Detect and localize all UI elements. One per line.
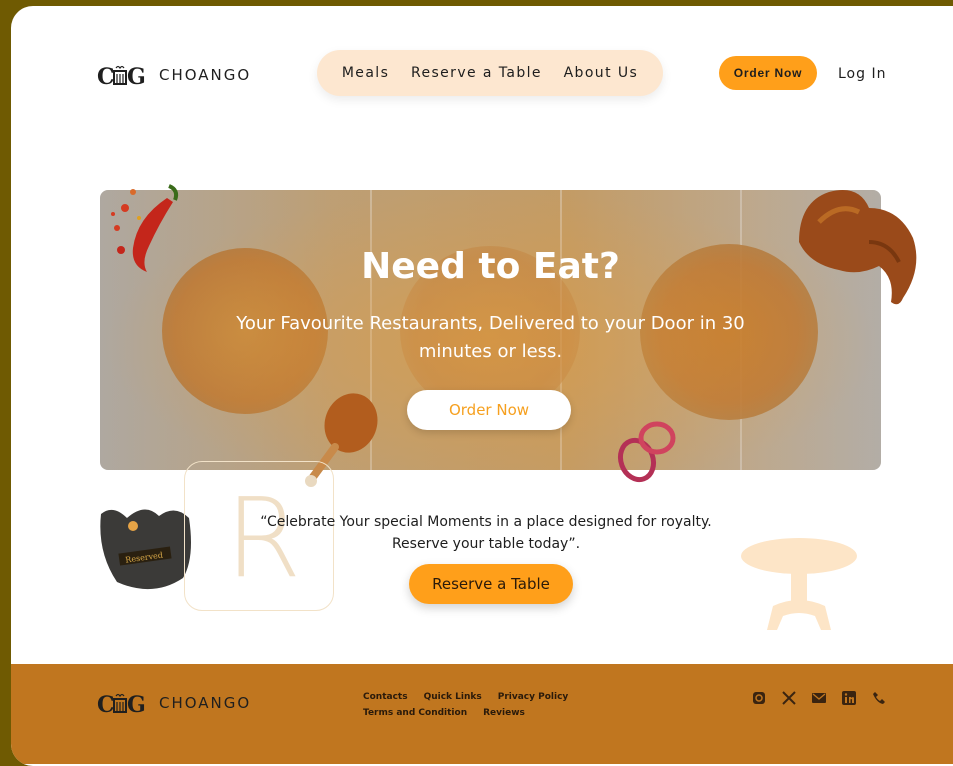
footer-link-reviews[interactable]: Reviews xyxy=(483,708,525,718)
linkedin-icon[interactable] xyxy=(841,690,857,706)
phone-icon[interactable] xyxy=(871,690,887,706)
brand-logo-icon: C G xyxy=(97,692,146,716)
footer-logo[interactable]: C G CHOANGO xyxy=(97,690,251,716)
reserve-table-button[interactable]: Reserve a Table xyxy=(409,564,573,604)
mail-icon[interactable] xyxy=(811,690,827,706)
brand-name: CHOANGO xyxy=(159,66,252,84)
footer-link-privacy-policy[interactable]: Privacy Policy xyxy=(498,692,569,702)
header-order-now-button[interactable]: Order Now xyxy=(719,56,817,90)
brand-logo-icon: C G xyxy=(97,64,146,88)
reserved-table-image: Reserved xyxy=(100,509,191,590)
nav-item-meals[interactable]: Meals xyxy=(342,65,389,81)
footer-link-terms[interactable]: Terms and Condition xyxy=(363,708,467,718)
header-logo[interactable]: C G CHOANGO xyxy=(97,62,251,88)
instagram-icon[interactable] xyxy=(751,690,767,706)
nav-item-reserve-table[interactable]: Reserve a Table xyxy=(411,65,542,81)
footer-brand-name: CHOANGO xyxy=(159,694,252,712)
page-frame: C G CHOANGO Meals Reserve a Table About … xyxy=(11,6,953,766)
svg-text:G: G xyxy=(127,64,146,88)
hero-banner: Need to Eat? Your Favourite Restaurants,… xyxy=(100,190,881,470)
chili-pepper-image xyxy=(111,184,179,272)
log-in-link[interactable]: Log In xyxy=(838,66,886,82)
svg-text:C: C xyxy=(97,64,115,88)
svg-text:G: G xyxy=(127,692,146,716)
footer-link-contacts[interactable]: Contacts xyxy=(363,692,408,702)
table-icon xyxy=(741,538,857,630)
svg-text:C: C xyxy=(97,692,115,716)
hero-title: Need to Eat? xyxy=(361,246,620,287)
footer: C G CHOANGO Contacts Quick Links Privacy… xyxy=(11,664,953,764)
main-nav: Meals Reserve a Table About Us xyxy=(317,50,663,96)
chicken-wing-image xyxy=(799,190,917,305)
nav-item-about-us[interactable]: About Us xyxy=(564,65,639,81)
hero-order-now-button[interactable]: Order Now xyxy=(407,390,571,430)
red-onion-image xyxy=(617,421,676,483)
hero-subtitle: Your Favourite Restaurants, Delivered to… xyxy=(236,313,745,362)
social-links xyxy=(751,690,887,706)
reserve-quote: “Celebrate Your special Moments in a pla… xyxy=(260,514,712,552)
x-icon[interactable] xyxy=(781,690,797,706)
footer-links: Contacts Quick Links Privacy Policy Term… xyxy=(363,692,683,718)
footer-link-quick-links[interactable]: Quick Links xyxy=(424,692,482,702)
